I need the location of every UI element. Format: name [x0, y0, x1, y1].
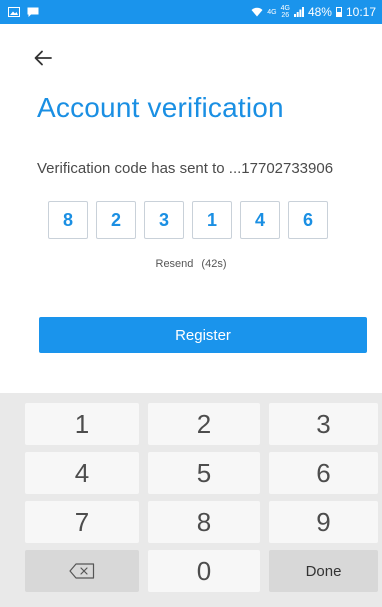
arrow-left-icon	[34, 50, 52, 66]
code-digit-box[interactable]: 6	[288, 201, 328, 239]
network-type: 4G	[267, 8, 277, 16]
verification-message: Verification code has sent to ...1770273…	[37, 160, 334, 177]
resend-countdown: (42s)	[201, 258, 227, 270]
key-8[interactable]: 8	[148, 501, 260, 543]
status-bar-right: 4G 4G 26 48% 10:17	[251, 5, 376, 19]
numeric-keypad: 1 2 3 4 5 6 7 8 9 0 Done	[0, 393, 382, 607]
page-title: Account verification	[37, 92, 284, 123]
network-type-secondary: 4G	[280, 5, 290, 12]
code-digit-box[interactable]: 4	[240, 201, 280, 239]
battery-icon	[335, 7, 342, 17]
status-bar-left	[8, 7, 39, 18]
backspace-icon	[69, 563, 95, 579]
back-button[interactable]	[34, 44, 66, 72]
key-6[interactable]: 6	[269, 452, 378, 494]
code-digit-box[interactable]: 1	[192, 201, 232, 239]
key-9[interactable]: 9	[269, 501, 378, 543]
message-notification-icon	[27, 7, 39, 17]
key-4[interactable]: 4	[25, 452, 139, 494]
key-0[interactable]: 0	[148, 550, 260, 592]
verification-code-input[interactable]: 8 2 3 1 4 6	[48, 201, 328, 239]
key-2[interactable]: 2	[148, 403, 260, 445]
resend-row: Resend (42s)	[0, 258, 382, 270]
key-3[interactable]: 3	[269, 403, 378, 445]
done-key[interactable]: Done	[269, 550, 378, 592]
code-digit-box[interactable]: 2	[96, 201, 136, 239]
key-7[interactable]: 7	[25, 501, 139, 543]
clock: 10:17	[345, 5, 376, 19]
image-notification-icon	[8, 7, 20, 17]
wifi-icon	[251, 7, 263, 17]
code-digit-box[interactable]: 3	[144, 201, 184, 239]
key-1[interactable]: 1	[25, 403, 139, 445]
battery-percent: 48%	[307, 5, 332, 19]
status-bar: 4G 4G 26 48% 10:17	[0, 0, 382, 24]
network-sub-label: 26	[281, 12, 290, 19]
backspace-key[interactable]	[25, 550, 139, 592]
register-button[interactable]: Register	[39, 317, 367, 353]
network-indicator: 4G 26	[281, 5, 290, 19]
resend-link[interactable]: Resend	[156, 258, 194, 270]
signal-icon	[293, 7, 304, 17]
key-5[interactable]: 5	[148, 452, 260, 494]
code-digit-box[interactable]: 8	[48, 201, 88, 239]
